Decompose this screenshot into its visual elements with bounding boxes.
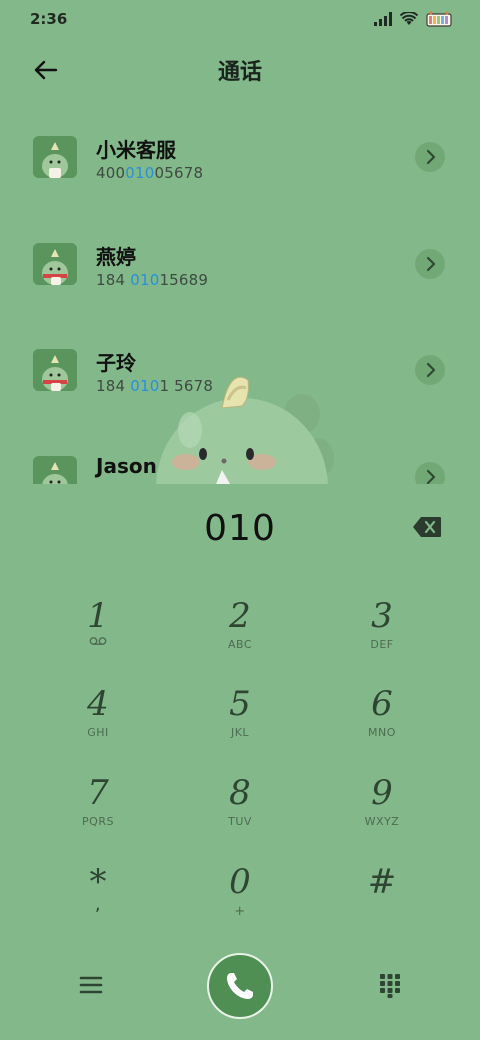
key-digit: 1: [87, 596, 109, 636]
key-6[interactable]: 6 MNO: [312, 684, 452, 764]
key-digit: 2: [229, 596, 251, 636]
key-digit: 4: [87, 684, 109, 724]
dino-mascot-illustration: [156, 376, 334, 484]
key-letters: WXYZ: [364, 815, 400, 828]
dino-avatar-icon: [33, 456, 77, 484]
key-digit: 8: [229, 773, 251, 813]
key-digit: 6: [371, 684, 393, 724]
menu-icon[interactable]: [78, 972, 104, 998]
chevron-right-icon: [426, 149, 436, 165]
key-digit: 5: [229, 684, 251, 724]
key-letters: PQRS: [82, 815, 114, 828]
contact-details-button[interactable]: [415, 142, 445, 172]
chevron-right-icon: [426, 469, 436, 484]
page-title: 通话: [217, 60, 262, 85]
contact-row[interactable]: 小米客服 40001005678: [0, 110, 480, 200]
key-4[interactable]: 4 GHI: [28, 684, 168, 764]
key-5[interactable]: 5 JKL: [170, 684, 310, 764]
keypad-icon[interactable]: [378, 972, 402, 998]
dialed-number: 010: [204, 508, 276, 549]
backspace-icon[interactable]: [412, 516, 442, 538]
voicemail-icon: [89, 637, 107, 645]
key-digit: 9: [371, 773, 393, 813]
key-0[interactable]: 0 +: [170, 862, 310, 942]
contact-details-button[interactable]: [415, 249, 445, 279]
chevron-right-icon: [426, 256, 436, 272]
contact-number: 40001005678: [96, 164, 204, 182]
avatar: [33, 136, 77, 178]
status-time: 2:36: [30, 10, 68, 28]
key-digit: #: [367, 862, 397, 902]
contact-name: 燕婷: [96, 245, 136, 269]
contact-details-button[interactable]: [415, 355, 445, 385]
key-3[interactable]: 3 DEF: [312, 596, 452, 676]
key-star[interactable]: * ,: [28, 862, 168, 942]
avatar: [33, 243, 77, 285]
key-letters: ABC: [227, 638, 253, 651]
chevron-right-icon: [426, 362, 436, 378]
key-2[interactable]: 2 ABC: [170, 596, 310, 676]
dino-avatar-icon: [33, 243, 77, 285]
key-letters: TUV: [228, 815, 252, 828]
key-digit: 3: [371, 596, 393, 636]
phone-icon: [227, 973, 253, 999]
key-8[interactable]: 8 TUV: [170, 773, 310, 853]
key-letters: MNO: [368, 726, 396, 739]
key-letters: JKL: [230, 726, 250, 739]
key-1[interactable]: 1: [28, 596, 168, 676]
key-letters: GHI: [87, 726, 109, 739]
status-bar: 2:36: [0, 0, 480, 40]
battery-icon: [426, 11, 452, 27]
contact-name: 子玲: [96, 351, 136, 375]
contact-name: Jason: [96, 454, 157, 478]
contact-number: 184 01015689: [96, 271, 209, 289]
dino-avatar-icon: [33, 349, 77, 391]
contact-row[interactable]: 燕婷 184 01015689: [0, 217, 480, 307]
key-digit: 7: [87, 773, 109, 813]
key-letters: +: [234, 904, 246, 919]
key-letters: ,: [94, 894, 102, 915]
avatar: [33, 456, 77, 484]
avatar: [33, 349, 77, 391]
key-digit: 0: [229, 862, 251, 902]
contact-name: 小米客服: [96, 138, 176, 162]
call-button[interactable]: [207, 953, 273, 1019]
dino-avatar-icon: [33, 136, 77, 178]
key-hash[interactable]: #: [312, 862, 452, 942]
wifi-icon: [400, 12, 418, 25]
status-icons: [374, 11, 454, 27]
key-7[interactable]: 7 PQRS: [28, 773, 168, 853]
contact-details-button[interactable]: [415, 462, 445, 484]
key-9[interactable]: 9 WXYZ: [312, 773, 452, 853]
key-letters: DEF: [370, 638, 394, 651]
signal-icon: [374, 12, 392, 26]
header: 通话: [0, 48, 480, 92]
